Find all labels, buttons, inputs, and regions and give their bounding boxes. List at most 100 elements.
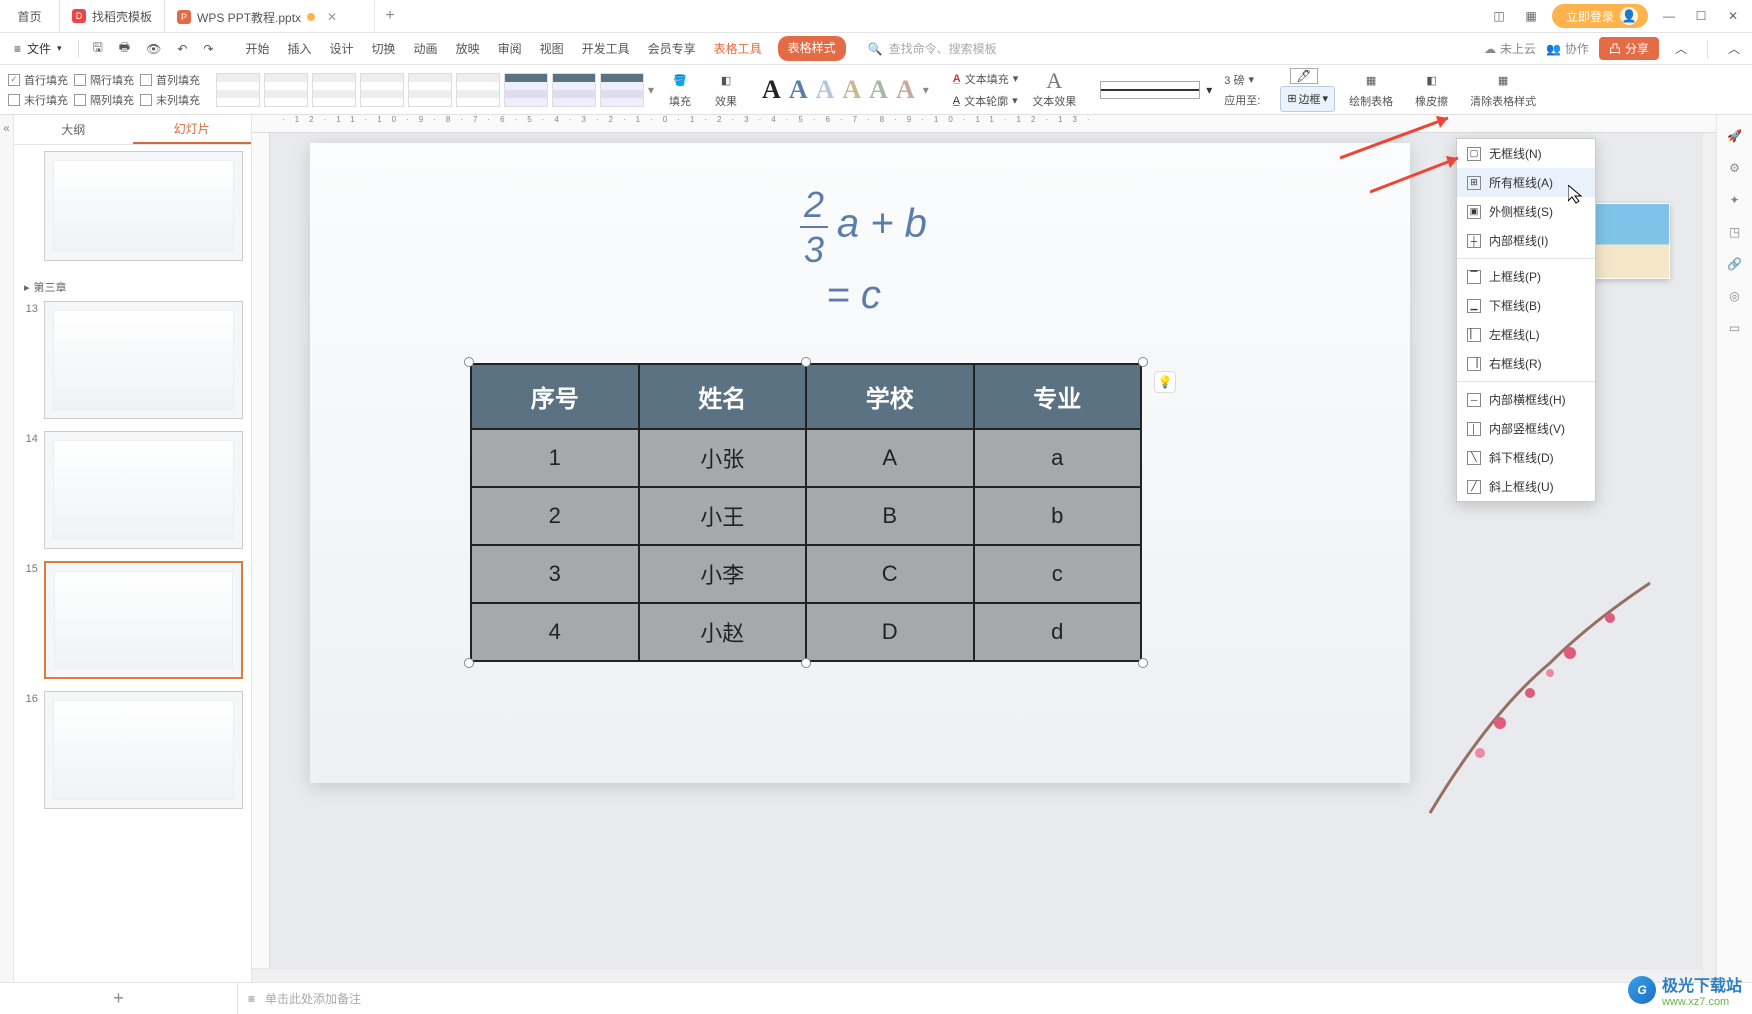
chk-first-row[interactable]: ✓首行填充 — [8, 72, 68, 88]
command-search[interactable]: 🔍 查找命令、搜索模板 — [868, 40, 997, 57]
style-thumb[interactable] — [360, 73, 404, 107]
gallery-more-icon[interactable]: ▾ — [923, 83, 929, 97]
smart-bulb-icon[interactable]: 💡 — [1154, 371, 1176, 393]
style-thumb[interactable] — [504, 73, 548, 107]
td[interactable]: 1 — [471, 429, 639, 487]
dd-diag-up[interactable]: ╱斜上框线(U) — [1457, 472, 1595, 501]
fill-button[interactable]: 🪣填充 — [660, 71, 700, 109]
data-table[interactable]: 序号 姓名 学校 专业 1小张Aa 2小王Bb 3小李Cc 4小赵Dd — [470, 363, 1142, 662]
style-thumb[interactable] — [264, 73, 308, 107]
apps-icon[interactable]: ▦ — [1520, 5, 1542, 27]
dd-inner-h[interactable]: ─内部横框线(H) — [1457, 385, 1595, 414]
tab-outline[interactable]: 大纲 — [14, 115, 133, 144]
dd-bottom-border[interactable]: ▁下框线(B) — [1457, 291, 1595, 320]
wordart-gallery[interactable]: A A A A A A ▾ — [752, 75, 939, 105]
td[interactable]: 4 — [471, 603, 639, 661]
close-icon[interactable]: ✕ — [1722, 5, 1744, 27]
slide-thumb-15[interactable] — [44, 561, 243, 679]
td[interactable]: a — [974, 429, 1142, 487]
add-slide-button[interactable]: + — [0, 982, 238, 1014]
rtab-view[interactable]: 视图 — [538, 36, 566, 61]
layers-icon[interactable]: ◳ — [1729, 225, 1740, 239]
book-icon[interactable]: ▭ — [1729, 321, 1740, 335]
td[interactable]: 小李 — [639, 545, 807, 603]
scrollbar-horizontal[interactable] — [252, 968, 1702, 982]
dd-no-border[interactable]: ▢无框线(N) — [1457, 139, 1595, 168]
pen-color-button[interactable]: 🖊 — [1290, 68, 1318, 84]
rtab-vip[interactable]: 会员专享 — [646, 36, 698, 61]
file-menu[interactable]: ≡ 文件 ▾ — [6, 36, 70, 61]
rtab-transition[interactable]: 切换 — [370, 36, 398, 61]
chevron-down-icon[interactable]: ▾ — [1206, 83, 1212, 97]
redo-icon[interactable]: ↷ — [197, 38, 219, 60]
clear-style-button[interactable]: ▦清除表格样式 — [1462, 71, 1544, 109]
td[interactable]: B — [806, 487, 974, 545]
dd-inner-border[interactable]: ┼内部框线(I) — [1457, 226, 1595, 255]
wordart-style[interactable]: A — [869, 75, 888, 105]
style-thumb[interactable] — [552, 73, 596, 107]
rtab-tabletools[interactable]: 表格工具 — [712, 36, 764, 61]
th[interactable]: 专业 — [974, 364, 1142, 429]
th[interactable]: 姓名 — [639, 364, 807, 429]
wordart-style[interactable]: A — [789, 75, 808, 105]
slide-thumb-13[interactable] — [44, 301, 243, 419]
rocket-icon[interactable]: 🚀 — [1727, 129, 1742, 143]
rtab-animation[interactable]: 动画 — [412, 36, 440, 61]
tab-templates[interactable]: D 找稻壳模板 — [60, 0, 165, 32]
effect-button[interactable]: ◧效果 — [706, 71, 746, 109]
login-button[interactable]: 立即登录 👤 — [1552, 4, 1648, 28]
rtab-start[interactable]: 开始 — [243, 36, 271, 61]
dd-inner-v[interactable]: │内部竖框线(V) — [1457, 414, 1595, 443]
rtab-insert[interactable]: 插入 — [286, 36, 314, 61]
sparkle-icon[interactable]: ✦ — [1729, 193, 1739, 207]
rtab-devtools[interactable]: 开发工具 — [580, 36, 632, 61]
scrollbar-vertical[interactable] — [1702, 133, 1716, 982]
chk-last-row[interactable]: 末行填充 — [8, 92, 68, 108]
chk-first-col[interactable]: 首列填充 — [140, 72, 200, 88]
style-thumb[interactable] — [600, 73, 644, 107]
style-thumb[interactable] — [312, 73, 356, 107]
eraser-button[interactable]: ◧橡皮擦 — [1407, 71, 1456, 109]
selection-handle[interactable] — [1138, 357, 1148, 367]
selection-handle[interactable] — [464, 658, 474, 668]
td[interactable]: 小张 — [639, 429, 807, 487]
selection-handle[interactable] — [801, 658, 811, 668]
rtab-review[interactable]: 审阅 — [496, 36, 524, 61]
save-icon[interactable]: 🖫 — [87, 34, 109, 63]
wordart-style[interactable]: A — [842, 75, 861, 105]
line-style-preview[interactable] — [1100, 81, 1200, 99]
dd-top-border[interactable]: ▔上框线(P) — [1457, 262, 1595, 291]
tab-home[interactable]: 首页 — [0, 0, 60, 32]
td[interactable]: 小王 — [639, 487, 807, 545]
cloud-status[interactable]: ☁未上云 — [1484, 40, 1536, 57]
slide-canvas[interactable]: 23 a + b = c 序号 姓名 学校 专业 1小张Aa — [310, 143, 1410, 783]
rtab-tablestyle[interactable]: 表格样式 — [778, 36, 846, 61]
td[interactable]: c — [974, 545, 1142, 603]
ribbon-collapse-right-icon[interactable]: ︿ — [1722, 36, 1746, 61]
dd-left-border[interactable]: ▏左框线(L) — [1457, 320, 1595, 349]
wordart-style[interactable]: A — [896, 75, 915, 105]
tab-slides[interactable]: 幻灯片 — [133, 115, 252, 144]
rtab-design[interactable]: 设计 — [328, 36, 356, 61]
wordart-style[interactable]: A — [762, 75, 781, 105]
share-button[interactable]: 凸分享 — [1599, 37, 1659, 60]
window-layout-icon[interactable]: ◫ — [1488, 5, 1510, 27]
notes-icon[interactable]: ≡ — [248, 992, 255, 1006]
gallery-more-icon[interactable]: ▾ — [648, 83, 654, 97]
rtab-slideshow[interactable]: 放映 — [454, 36, 482, 61]
print-icon[interactable]: 🖶 — [113, 34, 136, 63]
undo-icon[interactable]: ↶ — [171, 38, 193, 60]
th[interactable]: 序号 — [471, 364, 639, 429]
settings-icon[interactable]: ⚙ — [1729, 161, 1740, 175]
td[interactable]: 小赵 — [639, 603, 807, 661]
selected-table[interactable]: 序号 姓名 学校 专业 1小张Aa 2小王Bb 3小李Cc 4小赵Dd — [470, 363, 1142, 662]
draw-table-button[interactable]: ▦绘制表格 — [1341, 71, 1401, 109]
chk-alt-row[interactable]: 隔行填充 — [74, 72, 134, 88]
selection-handle[interactable] — [464, 357, 474, 367]
td[interactable]: 3 — [471, 545, 639, 603]
th[interactable]: 学校 — [806, 364, 974, 429]
print-preview-icon[interactable]: 👁 — [140, 38, 167, 60]
style-thumb[interactable] — [456, 73, 500, 107]
new-tab-button[interactable]: + — [375, 7, 405, 25]
text-outline-button[interactable]: A̲文本轮廓▾ — [953, 93, 1018, 109]
